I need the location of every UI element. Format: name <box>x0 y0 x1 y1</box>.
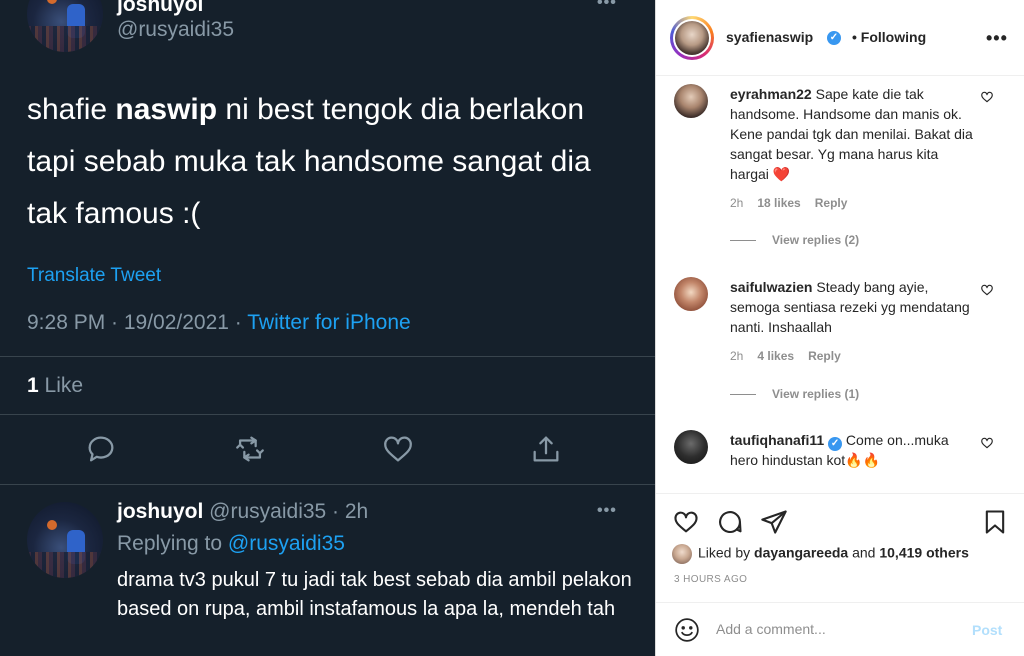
view-replies-button[interactable]: View replies (1) <box>730 387 859 401</box>
comment-meta: 2h 4 likes Reply <box>730 349 841 363</box>
tweet-text: shafie naswip ni best tengok dia berlako… <box>27 93 591 230</box>
comment-likes[interactable]: 18 likes <box>757 196 800 210</box>
tweet-like-count[interactable]: 1 Like <box>27 374 83 398</box>
tweet-author-handle[interactable]: @rusyaidi35 <box>117 18 234 42</box>
post-button[interactable]: Post <box>972 622 1002 638</box>
divider <box>0 414 655 415</box>
post-actions: Liked by dayangareeda and 10,419 others … <box>656 493 1024 656</box>
comment-avatar[interactable] <box>674 84 708 118</box>
comment-text: taufiqhanafi11 ✓ Come on...muka hero hin… <box>730 432 949 468</box>
comment-username[interactable]: eyrahman22 <box>730 86 812 102</box>
more-options-icon[interactable]: ••• <box>986 28 1008 49</box>
comment-avatar[interactable] <box>674 277 708 311</box>
reply-author-name[interactable]: joshuyol <box>117 500 203 523</box>
tweet-author-name[interactable]: joshuyol <box>117 0 203 17</box>
retweet-icon[interactable] <box>233 432 267 466</box>
share-icon[interactable] <box>760 508 788 536</box>
replying-to-link[interactable]: @rusyaidi35 <box>228 532 345 555</box>
verified-badge-icon: ✓ <box>828 437 843 451</box>
reply-more-icon[interactable]: ••• <box>597 502 617 520</box>
verified-badge-icon: ✓ <box>827 31 841 45</box>
likes-others-link[interactable]: 10,419 others <box>879 545 969 561</box>
twitter-panel: joshuyol @rusyaidi35 ••• shafie naswip n… <box>0 0 655 656</box>
post-header: syafienaswip ✓ • Following ••• <box>656 0 1024 76</box>
comment-username[interactable]: taufiqhanafi11 <box>730 432 824 448</box>
comment-likes[interactable]: 4 likes <box>757 349 794 363</box>
tweet-more-icon[interactable]: ••• <box>597 0 617 12</box>
following-status[interactable]: • Following <box>852 29 926 45</box>
comment-username[interactable]: saifulwazien <box>730 279 812 295</box>
reply-icon[interactable] <box>84 432 118 466</box>
divider <box>0 484 655 485</box>
instagram-panel: syafienaswip ✓ • Following ••• eyrahman2… <box>655 0 1024 656</box>
emoji-icon[interactable] <box>674 617 700 643</box>
liker-username[interactable]: dayangareeda <box>754 545 848 561</box>
comment-like-icon[interactable] <box>980 436 994 450</box>
comment-like-icon[interactable] <box>980 90 994 104</box>
divider <box>0 356 655 357</box>
comment-like-icon[interactable] <box>980 283 994 297</box>
liker-avatar[interactable] <box>672 544 692 564</box>
like-icon[interactable] <box>381 432 415 466</box>
profile-avatar[interactable] <box>670 16 714 60</box>
post-username[interactable]: syafienaswip <box>726 29 813 45</box>
liked-by: Liked by dayangareeda and 10,419 others <box>672 544 969 564</box>
view-replies-button[interactable]: View replies (2) <box>730 233 859 247</box>
comment-input[interactable] <box>716 621 956 637</box>
tweet-author-avatar[interactable] <box>27 0 103 52</box>
comment-avatar[interactable] <box>674 430 708 464</box>
reply-text: drama tv3 pukul 7 tu jadi tak best sebab… <box>117 569 632 620</box>
comment-text: eyrahman22 Sape kate die tak handsome. H… <box>730 86 973 182</box>
like-icon[interactable] <box>672 508 700 536</box>
post-time: 3 HOURS AGO <box>674 574 748 585</box>
translate-tweet-link[interactable]: Translate Tweet <box>27 265 161 287</box>
tweet-source-link[interactable]: Twitter for iPhone <box>247 311 410 334</box>
reply-button[interactable]: Reply <box>808 349 841 363</box>
reply-header: joshuyol @rusyaidi35 · 2h <box>117 500 368 524</box>
reply-handle-time: @rusyaidi35 · 2h <box>203 500 369 523</box>
share-icon[interactable] <box>529 432 563 466</box>
replying-to: Replying to @rusyaidi35 <box>117 532 345 555</box>
save-icon[interactable] <box>981 508 1009 536</box>
reply-author-avatar[interactable] <box>27 502 103 578</box>
comment-text: saifulwazien Steady bang ayie, semoga se… <box>730 279 970 335</box>
reply-button[interactable]: Reply <box>815 196 848 210</box>
tweet-timestamp: 9:28 PM · 19/02/2021 · Twitter for iPhon… <box>27 311 411 334</box>
comment-icon[interactable] <box>716 508 744 536</box>
add-comment-bar: Post <box>656 602 1024 656</box>
comment-meta: 2h 18 likes Reply <box>730 196 848 210</box>
